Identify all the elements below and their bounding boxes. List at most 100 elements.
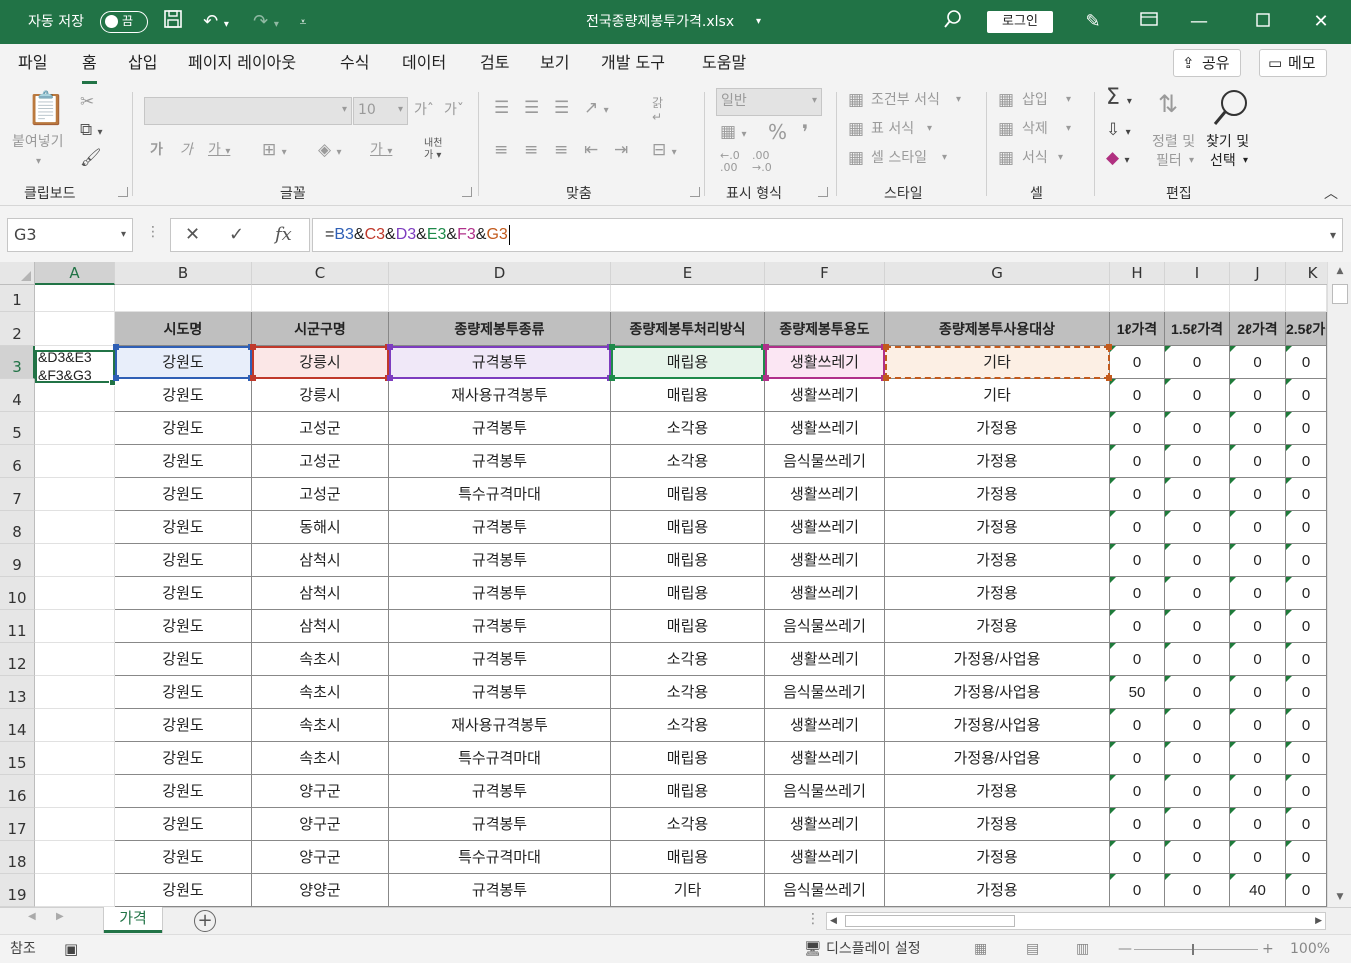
table-cell[interactable]: 0 xyxy=(1165,742,1230,775)
align-right-icon[interactable]: ≡ xyxy=(554,140,568,160)
reference-handle[interactable] xyxy=(387,344,393,350)
error-indicator-icon[interactable] xyxy=(1110,709,1116,715)
row-header[interactable]: 3 xyxy=(0,346,35,379)
cell-empty[interactable] xyxy=(115,285,252,312)
table-cell[interactable]: 매립용 xyxy=(611,478,765,511)
align-bottom-icon[interactable]: ☰ xyxy=(554,98,569,118)
error-indicator-icon[interactable] xyxy=(1230,874,1236,880)
table-cell[interactable]: 강원도 xyxy=(115,709,252,742)
cell-empty[interactable] xyxy=(389,285,611,312)
table-cell[interactable]: 0 xyxy=(1165,412,1230,445)
column-header-c[interactable]: C xyxy=(252,262,389,285)
add-sheet-icon[interactable]: + xyxy=(194,910,216,932)
table-cell[interactable]: 음식물쓰레기 xyxy=(765,874,885,907)
table-cell[interactable]: 0 xyxy=(1110,874,1165,907)
error-indicator-icon[interactable] xyxy=(1165,445,1171,451)
table-cell[interactable]: 양양군 xyxy=(252,874,389,907)
tab-split-icon[interactable]: ⋮ xyxy=(806,911,820,927)
error-indicator-icon[interactable] xyxy=(1110,676,1116,682)
cell-empty[interactable] xyxy=(35,742,115,775)
table-cell[interactable]: 40 xyxy=(1230,874,1286,907)
table-cell[interactable]: 재사용규격봉투 xyxy=(389,379,611,412)
prev-sheet-icon[interactable]: ◀ xyxy=(28,911,36,922)
format-table-button[interactable]: 표 서식 xyxy=(871,119,914,139)
error-indicator-icon[interactable] xyxy=(1165,676,1171,682)
error-indicator-icon[interactable] xyxy=(1286,676,1292,682)
table-cell[interactable]: 생활쓰레기 xyxy=(765,808,885,841)
number-format-select[interactable]: 일반 ▾ xyxy=(716,88,822,116)
error-indicator-icon[interactable] xyxy=(1165,775,1171,781)
table-cell[interactable]: 삼척시 xyxy=(252,577,389,610)
table-cell[interactable]: 0 xyxy=(1110,808,1165,841)
table-cell[interactable]: 0 xyxy=(1110,841,1165,874)
error-indicator-icon[interactable] xyxy=(1165,511,1171,517)
format-dropdown-icon[interactable]: ▾ xyxy=(1058,148,1063,168)
table-cell[interactable]: 가정용 xyxy=(885,841,1110,874)
reference-handle[interactable] xyxy=(763,375,769,381)
error-indicator-icon[interactable] xyxy=(1165,874,1171,880)
copy-icon[interactable]: ⧉ ▾ xyxy=(80,120,103,143)
column-header-h[interactable]: H xyxy=(1110,262,1165,285)
table-cell[interactable]: 0 xyxy=(1110,544,1165,577)
error-indicator-icon[interactable] xyxy=(1165,643,1171,649)
table-cell[interactable]: 생활쓰레기 xyxy=(765,841,885,874)
table-cell[interactable]: 속초시 xyxy=(252,709,389,742)
fill-icon[interactable]: ⇩ ▾ xyxy=(1106,120,1131,143)
autosum-icon[interactable]: Σ ▾ xyxy=(1106,87,1132,112)
reference-handle[interactable] xyxy=(387,375,393,381)
table-cell[interactable]: 특수규격마대 xyxy=(389,841,611,874)
cell-empty[interactable] xyxy=(885,285,1110,312)
macro-record-icon[interactable]: ▣ xyxy=(64,935,78,963)
table-cell[interactable]: 삼척시 xyxy=(252,544,389,577)
error-indicator-icon[interactable] xyxy=(1110,643,1116,649)
ribbon-display-icon[interactable] xyxy=(1136,9,1162,35)
page-break-view-icon[interactable]: ▥ xyxy=(1076,935,1089,963)
table-cell[interactable]: 0 xyxy=(1165,445,1230,478)
table-cell[interactable]: 0 xyxy=(1230,610,1286,643)
error-indicator-icon[interactable] xyxy=(1110,511,1116,517)
error-indicator-icon[interactable] xyxy=(1230,445,1236,451)
table-cell[interactable]: 0 xyxy=(1286,643,1327,676)
paste-label[interactable]: 붙여넣기 xyxy=(12,132,64,152)
format-table-dropdown-icon[interactable]: ▾ xyxy=(927,119,932,139)
conditional-format-icon[interactable]: ▦ xyxy=(848,90,864,110)
error-indicator-icon[interactable] xyxy=(1110,544,1116,550)
table-cell[interactable]: 0 xyxy=(1165,346,1230,379)
table-cell[interactable]: 가정용 xyxy=(885,808,1110,841)
table-header-cell[interactable]: 종량제봉투처리방식 xyxy=(611,312,765,346)
row-header[interactable]: 16 xyxy=(0,775,35,808)
table-cell[interactable]: 0 xyxy=(1110,577,1165,610)
table-cell[interactable]: 0 xyxy=(1286,478,1327,511)
table-cell[interactable]: 0 xyxy=(1110,511,1165,544)
delete-cells-button[interactable]: 삭제 xyxy=(1022,119,1048,139)
table-header-cell[interactable]: 시군구명 xyxy=(252,312,389,346)
cell-empty[interactable] xyxy=(35,709,115,742)
error-indicator-icon[interactable] xyxy=(1230,709,1236,715)
error-indicator-icon[interactable] xyxy=(1230,511,1236,517)
scroll-down-icon[interactable]: ▼ xyxy=(1328,892,1351,902)
table-cell[interactable]: 속초시 xyxy=(252,742,389,775)
table-cell[interactable]: 강릉시 xyxy=(252,379,389,412)
memo-button[interactable]: ▭ 메모 xyxy=(1259,49,1327,77)
row-header[interactable]: 11 xyxy=(0,610,35,643)
cell-empty[interactable] xyxy=(35,577,115,610)
table-cell[interactable]: 0 xyxy=(1165,379,1230,412)
table-cell[interactable]: 강원도 xyxy=(115,379,252,412)
undo-icon[interactable]: ↶ ▾ xyxy=(196,9,236,35)
table-cell[interactable]: 가정용/사업용 xyxy=(885,742,1110,775)
display-settings-label[interactable]: 디스플레이 설정 xyxy=(826,935,921,963)
font-color-icon[interactable]: 가 ▾ xyxy=(370,140,392,162)
table-cell[interactable]: 0 xyxy=(1230,478,1286,511)
font-size-select[interactable]: 10 ▾ xyxy=(353,97,408,125)
cell-styles-dropdown-icon[interactable]: ▾ xyxy=(942,148,947,168)
table-cell[interactable]: 0 xyxy=(1230,775,1286,808)
minimize-icon[interactable]: — xyxy=(1186,9,1212,35)
table-cell[interactable]: 0 xyxy=(1230,544,1286,577)
table-cell[interactable]: 매립용 xyxy=(611,610,765,643)
table-cell[interactable]: 고성군 xyxy=(252,412,389,445)
table-cell[interactable]: 생활쓰레기 xyxy=(765,511,885,544)
table-cell[interactable]: 매립용 xyxy=(611,379,765,412)
find-select-label-2[interactable]: 선택 xyxy=(1210,151,1236,171)
table-cell[interactable]: 규격봉투 xyxy=(389,445,611,478)
decrease-indent-icon[interactable]: ⇤ xyxy=(584,140,598,160)
